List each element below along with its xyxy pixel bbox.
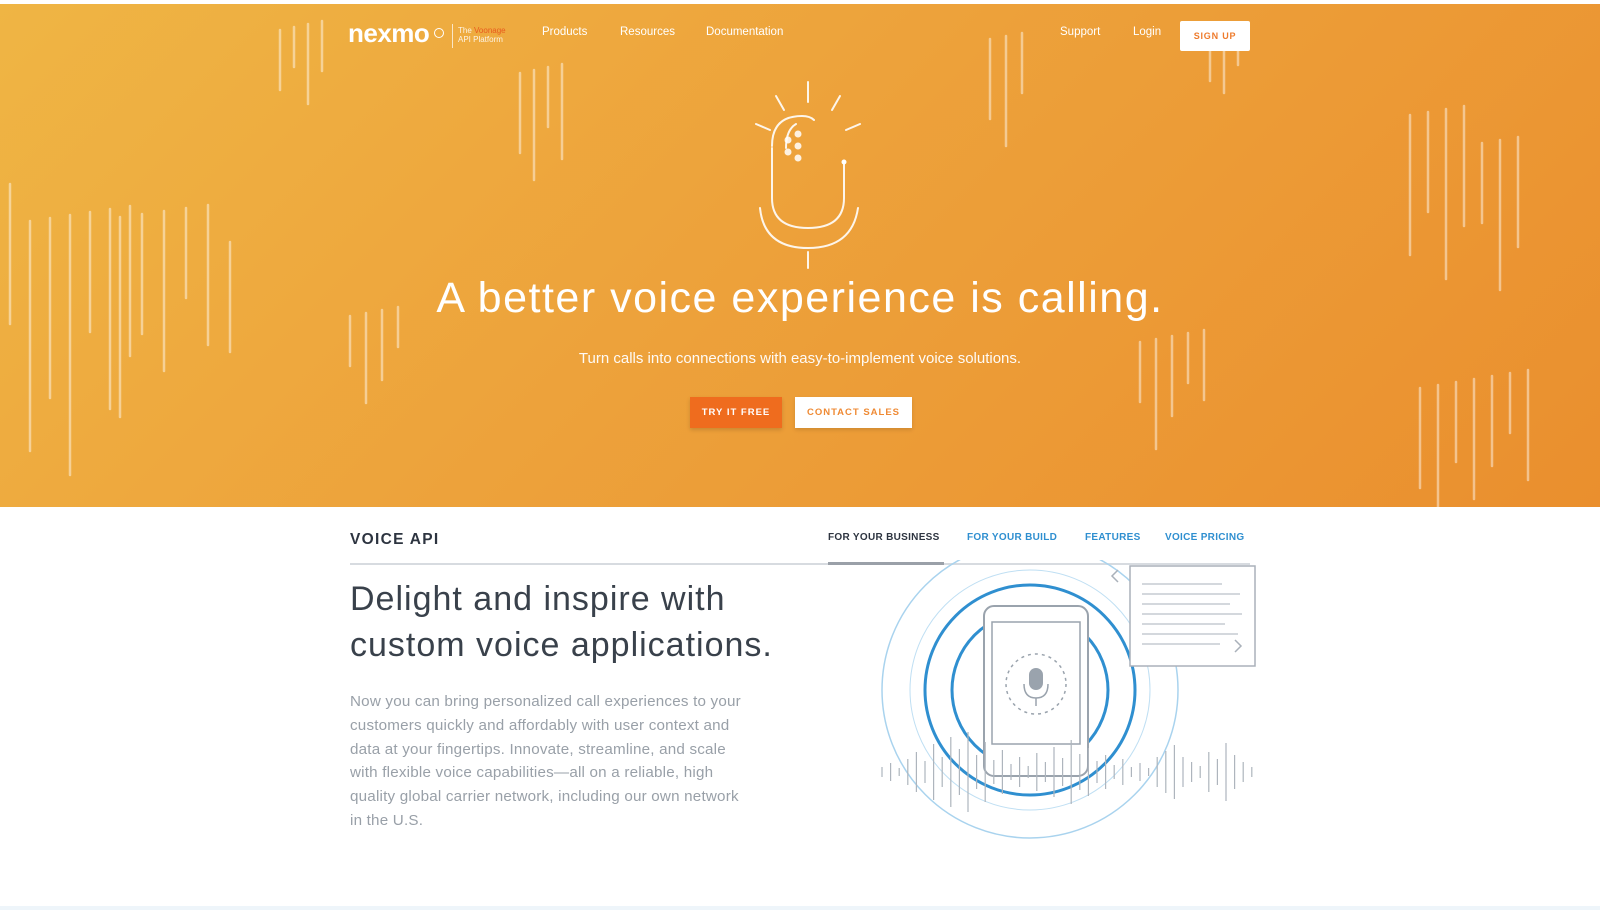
nav-documentation-link[interactable]: Documentation	[706, 26, 783, 38]
hero-headline: A better voice experience is calling.	[436, 274, 1164, 322]
section-title: VOICE API	[350, 531, 440, 548]
tagline-prefix: The	[458, 26, 472, 35]
tagline-suffix: API Platform	[458, 35, 503, 44]
hero-subheadline: Turn calls into connections with easy-to…	[578, 350, 1022, 367]
top-nav: nexmo The Voonage API Platform Products …	[0, 4, 1600, 64]
content-body: Now you can bring personalized call expe…	[350, 693, 741, 829]
contact-sales-button[interactable]: CONTACT SALES	[795, 397, 912, 428]
tab-for-your-build[interactable]: FOR YOUR BUILD	[967, 532, 1057, 543]
content-title: Delight and inspire with custom voice ap…	[350, 580, 773, 664]
bottom-divider	[0, 906, 1600, 910]
signup-button[interactable]: SIGN UP	[1180, 21, 1250, 51]
tab-voice-pricing[interactable]: VOICE PRICING	[1165, 532, 1244, 543]
microphone-icon	[755, 81, 861, 269]
nexmo-logo[interactable]: nexmo	[348, 18, 430, 49]
registered-mark-icon	[434, 28, 444, 38]
nav-login-link[interactable]: Login	[1133, 26, 1161, 38]
logo-tagline: The Voonage API Platform	[458, 26, 528, 44]
hero-banner: nexmo The Voonage API Platform Products …	[0, 4, 1600, 507]
tab-for-your-business[interactable]: FOR YOUR BUSINESS	[828, 532, 940, 543]
tagline-accent: Voonage	[474, 26, 506, 35]
nav-support-link[interactable]: Support	[1060, 26, 1100, 38]
try-it-free-button[interactable]: TRY IT FREE	[690, 397, 782, 428]
nav-products-link[interactable]: Products	[542, 26, 587, 38]
tab-features[interactable]: FEATURES	[1085, 532, 1141, 543]
nav-resources-link[interactable]: Resources	[620, 26, 675, 38]
logo-divider	[452, 24, 453, 48]
phone-voice-icon	[881, 560, 1256, 839]
